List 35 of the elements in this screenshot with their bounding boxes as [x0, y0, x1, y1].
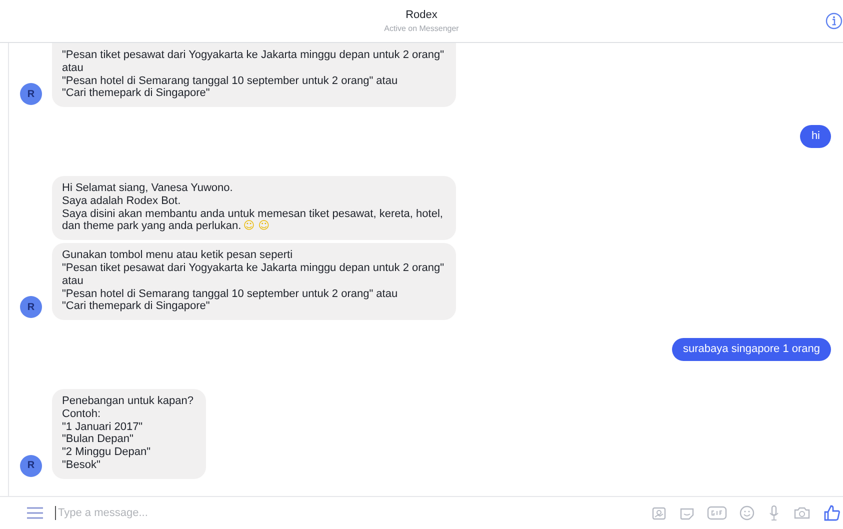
- message-text: "Pesan hotel di Semarang tanggal 10 september untuk 2 orang" atau: [62, 74, 398, 87]
- avatar: R: [20, 83, 42, 106]
- emoji-icon[interactable]: [739, 505, 755, 521]
- thumbs-up-icon[interactable]: [823, 504, 841, 522]
- message-text: Gunakan tombol menu atau ketik pesan seperti: [62, 249, 293, 262]
- message-text: "Pesan tiket pesawat dari Yogyakarta ke Jakarta minggu depan untuk 2 orang": [62, 49, 444, 61]
- avatar: R: [20, 454, 42, 477]
- status-text: Active on Messenger: [384, 24, 459, 33]
- message-text: Penebangan untuk kapan?: [62, 394, 194, 407]
- message-text: "Cari themepark di Singapore": [62, 87, 210, 100]
- message-text: dan theme park yang anda perlukan.: [62, 220, 242, 232]
- message-bubble: surabaya singapore 1 orang: [672, 338, 831, 361]
- chat-title: Rodex: [406, 9, 438, 21]
- avatar: R: [20, 296, 42, 318]
- message-text: "Pesan tiket pesawat dari Yogyakarta ke Jakarta minggu depan untuk 2 orang": [62, 262, 444, 274]
- gif-icon[interactable]: [707, 505, 727, 521]
- message-text: "Cari themepark di Singapore": [62, 300, 210, 312]
- message-text: Saya disini akan membantu anda untuk memesan tiket pesawat, kereta, hotel,: [62, 208, 443, 220]
- info-icon[interactable]: [825, 12, 843, 30]
- message-text: "Bulan Depan": [62, 433, 134, 446]
- message-text: atau: [62, 62, 84, 74]
- message-text: "2 Minggu Depan": [62, 446, 151, 458]
- message-text: "1 Januari 2017": [62, 420, 143, 433]
- message-text: "Pesan hotel di Semarang tanggal 10 september untuk 2 orang" atau: [62, 288, 398, 300]
- message-text: Contoh:: [62, 408, 101, 420]
- emoji: ☺ ☺: [243, 219, 270, 232]
- image-icon[interactable]: [651, 505, 667, 521]
- message-text: Hi Selamat siang, Vanesa Yuwono.: [62, 182, 233, 194]
- message-text: "Besok": [62, 458, 100, 471]
- message-text: Saya adalah Rodex Bot.: [62, 194, 181, 207]
- message-text: atau: [62, 274, 84, 287]
- menu-icon[interactable]: [27, 507, 43, 519]
- camera-icon[interactable]: [793, 505, 811, 521]
- message-bubble: hi: [800, 125, 831, 148]
- microphone-icon[interactable]: [767, 505, 781, 521]
